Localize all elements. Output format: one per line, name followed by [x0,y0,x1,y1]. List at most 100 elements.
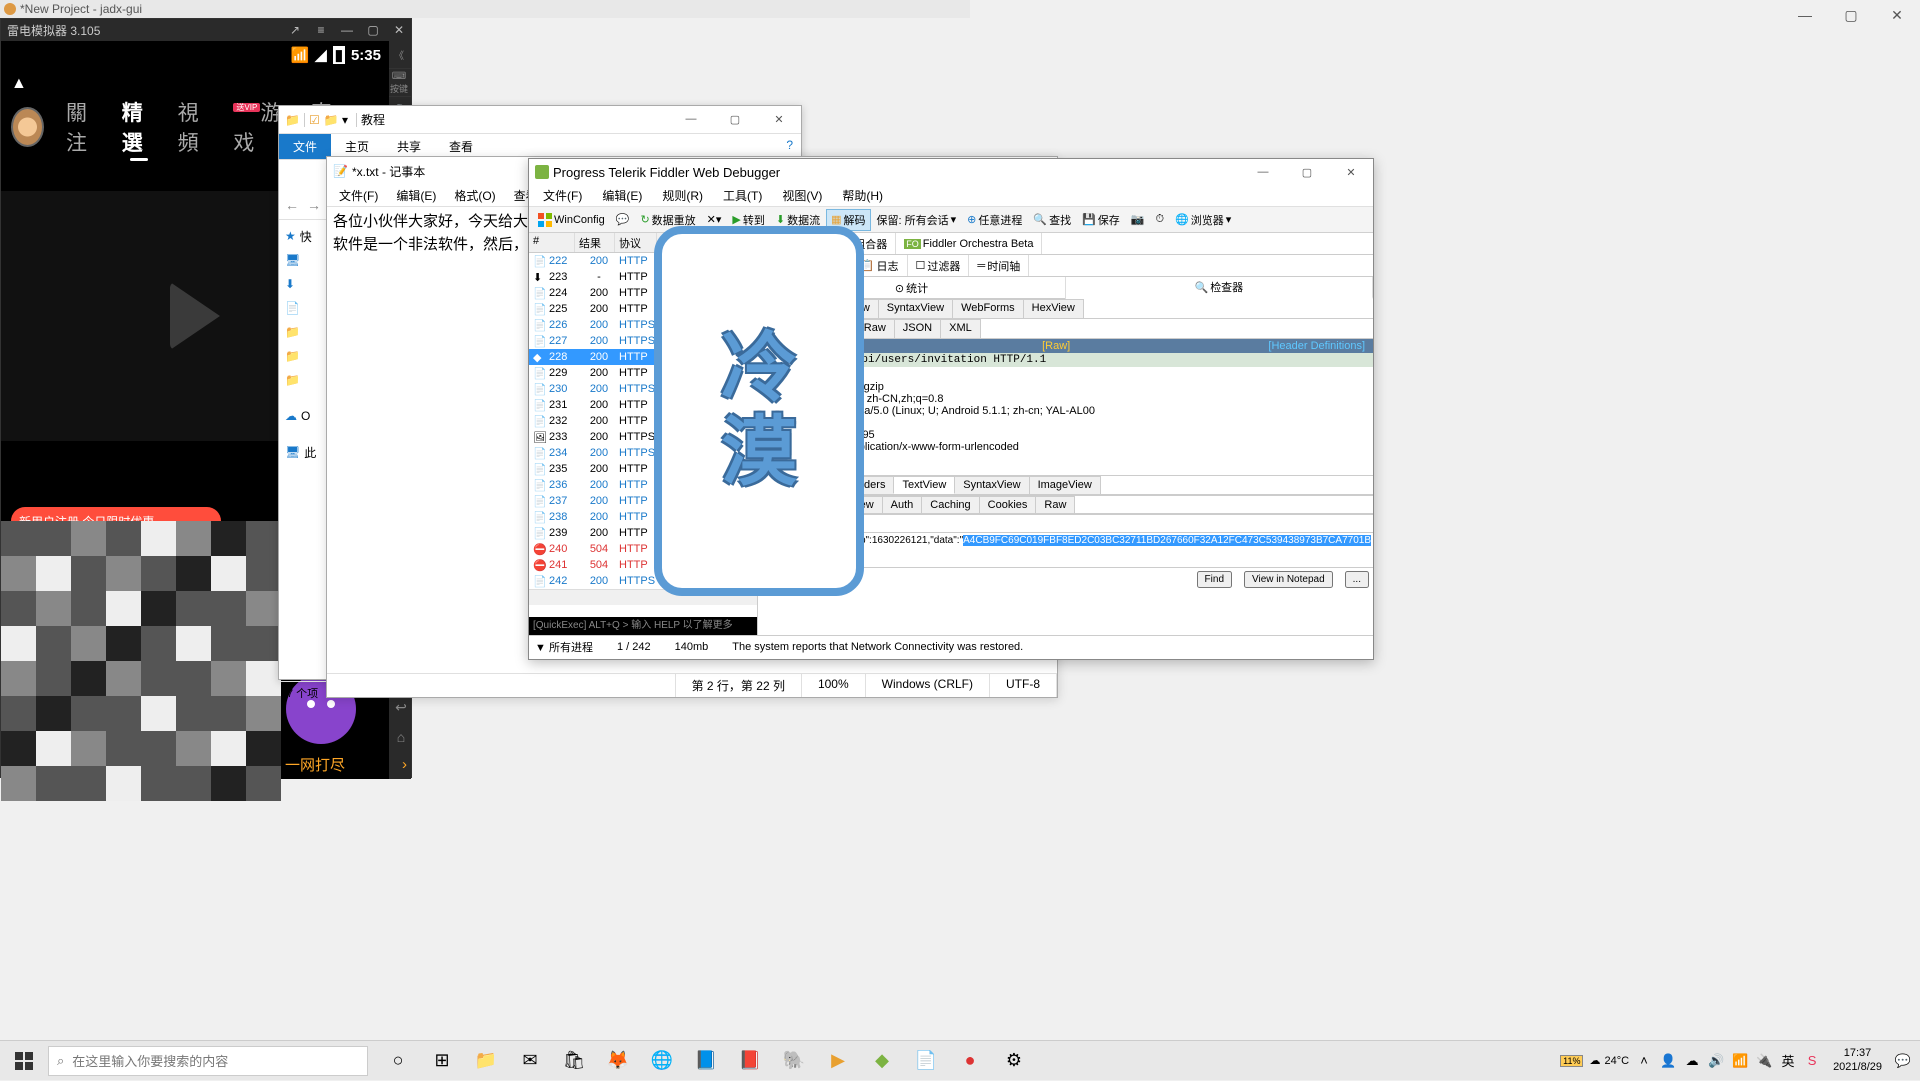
explorer-thispc-link[interactable]: 🖥此 [279,440,328,464]
outer-max-button[interactable]: ▢ [1828,0,1874,30]
taskbar-record-icon[interactable]: ● [948,1041,992,1081]
notepad-menu-file[interactable]: 文件(F) [331,185,386,206]
fiddler-find-button2[interactable]: Find [1197,571,1232,588]
taskbar-clock[interactable]: 17:37 2021/8/29 [1827,1047,1888,1073]
emu-home-icon[interactable]: ⌂ [389,725,413,749]
fiddler-view-notepad-button[interactable]: View in Notepad [1244,571,1333,588]
taskbar-store-icon[interactable]: 🛍 [552,1041,596,1081]
tray-sogou-icon[interactable]: S [1803,1052,1821,1070]
fiddler-menu-view[interactable]: 视图(V) [772,185,832,206]
explorer-side-item[interactable]: 📄 [279,296,328,320]
explorer-side-item[interactable]: 📁 [279,344,328,368]
emu-tab-video[interactable]: 視頻 [178,97,212,157]
explorer-fwd-icon[interactable]: → [307,197,321,213]
fiddler-min-button[interactable]: — [1241,166,1285,179]
taskbar-taskview-icon[interactable]: ⊞ [420,1041,464,1081]
taskbar-app-icon[interactable]: ⚙ [992,1041,1036,1081]
outer-close-button[interactable]: ✕ [1874,0,1920,30]
emu-avatar[interactable] [11,107,44,147]
emu-menu-icon[interactable]: ≡ [309,19,333,41]
fiddler-keep-dropdown[interactable]: 保留: 所有会话 ▾ [872,209,962,231]
fiddler-screenshot-icon[interactable]: 📷 [1126,210,1150,229]
fiddler-menu-help[interactable]: 帮助(H) [832,185,893,206]
fiddler-tab-filters[interactable]: ☐过滤器 [908,255,970,276]
emu-close-button[interactable]: ✕ [387,19,411,41]
fiddler-resptab-caching[interactable]: Caching [921,496,979,513]
emulator-titlebar[interactable]: 雷电模拟器 3.105 ↗ ≡ — ▢ ✕ [1,19,411,41]
fiddler-col-result[interactable]: 结果 [575,233,615,252]
fiddler-resptab-textview[interactable]: TextView [893,476,955,494]
fiddler-resptab-auth[interactable]: Auth [882,496,923,513]
taskbar-android-icon[interactable]: ◆ [860,1041,904,1081]
notepad-menu-edit[interactable]: 编辑(E) [388,185,444,206]
emu-tab-featured[interactable]: 精選 [122,97,156,157]
tray-power-icon[interactable]: 🔌 [1755,1052,1773,1070]
emu-tab-follow[interactable]: 關注 [66,97,100,157]
emu-collapse-icon[interactable]: 《 [387,41,411,69]
fiddler-find-button[interactable]: 🔍查找 [1028,209,1076,231]
tray-network-icon[interactable]: 📶 [1731,1052,1749,1070]
emu-game-ad-text[interactable]: 一网打尽› [281,750,411,779]
fiddler-col-proto[interactable]: 协议 [615,233,657,252]
fiddler-more-button[interactable]: ... [1345,571,1369,588]
fiddler-close-button[interactable]: ✕ [1329,166,1373,179]
fiddler-menu-tools[interactable]: 工具(T) [713,185,772,206]
explorer-close-button[interactable]: ✕ [757,113,801,126]
fiddler-menu-file[interactable]: 文件(F) [533,185,592,206]
taskbar-mail-icon[interactable]: ✉ [508,1041,552,1081]
taskbar-firefox-icon[interactable]: 🦊 [596,1041,640,1081]
start-button[interactable] [0,1041,48,1081]
fiddler-proc-filter[interactable]: ▼ 所有进程 [535,639,593,655]
fiddler-comment-icon[interactable]: 💬 [611,210,635,229]
fiddler-menu-rules[interactable]: 规则(R) [652,185,713,206]
taskbar-office-icon[interactable]: 📕 [728,1041,772,1081]
taskbar-explorer-icon[interactable]: 📁 [464,1041,508,1081]
explorer-tab-file[interactable]: 文件 [279,134,331,159]
notepad-menu-format[interactable]: 格式(O) [446,185,503,206]
fiddler-tab-timeline[interactable]: ═时间轴 [969,255,1029,276]
fiddler-tab-orchestra[interactable]: FOFiddler Orchestra Beta [896,233,1042,254]
fiddler-anyproc-button[interactable]: ⊕任意进程 [962,209,1027,231]
explorer-side-item[interactable]: 📁 [279,368,328,392]
explorer-max-button[interactable]: ▢ [713,113,757,126]
taskbar-potplayer-icon[interactable]: ▶ [816,1041,860,1081]
explorer-quick-link[interactable]: ★快 [279,224,328,248]
taskbar-notepad-icon[interactable]: 📄 [904,1041,948,1081]
explorer-side-item[interactable]: 📁 [279,320,328,344]
fiddler-resptab-raw[interactable]: Raw [1035,496,1075,513]
fiddler-reqtab-json[interactable]: JSON [894,319,941,338]
emu-max-button[interactable]: ▢ [361,19,385,41]
fiddler-resptab-imageview[interactable]: ImageView [1029,476,1101,494]
fiddler-resptab-cookies[interactable]: Cookies [979,496,1037,513]
tray-volume-icon[interactable]: 🔊 [1707,1052,1725,1070]
taskbar-word-icon[interactable]: 📘 [684,1041,728,1081]
emu-keymap-button[interactable]: ⌨按键 [387,69,411,97]
tray-chevron-icon[interactable]: ˄ [1635,1052,1653,1070]
fiddler-tab-inspectors[interactable]: 🔍检查器 [1066,277,1373,299]
fiddler-save-button[interactable]: 💾保存 [1077,209,1125,231]
fiddler-resptab-syntaxview[interactable]: SyntaxView [954,476,1029,494]
fiddler-reqtab-syntaxview[interactable]: SyntaxView [878,299,953,318]
fiddler-max-button[interactable]: ▢ [1285,166,1329,179]
explorer-onedrive-link[interactable]: ☁O [279,404,328,428]
tray-people-icon[interactable]: 👤 [1659,1052,1677,1070]
fiddler-reqtab-hexview[interactable]: HexView [1023,299,1084,318]
explorer-titlebar[interactable]: 📁 ☑ 📁 ▾ 教程 — ▢ ✕ [279,106,801,134]
tray-ime-icon[interactable]: 英 [1779,1052,1797,1070]
taskbar-evernote-icon[interactable]: 🐘 [772,1041,816,1081]
weather-widget[interactable]: ☁24°C [1589,1054,1629,1067]
fiddler-titlebar[interactable]: Progress Telerik Fiddler Web Debugger — … [529,159,1373,185]
fiddler-reqtab-webforms[interactable]: WebForms [952,299,1024,318]
emu-min-button[interactable]: — [335,19,359,41]
fiddler-col-num[interactable]: # [529,233,575,252]
fiddler-reqtab-xml[interactable]: XML [940,319,981,338]
taskbar-search-input[interactable]: ⌕ 在这里输入你要搜索的内容 [48,1046,368,1076]
taskbar-cortana-icon[interactable]: ○ [376,1041,420,1081]
emu-play-icon[interactable] [170,282,220,350]
explorer-side-item[interactable]: ⬇ [279,272,328,296]
emu-ext-icon[interactable]: ↗ [283,19,307,41]
taskbar-edge-icon[interactable]: 🌐 [640,1041,684,1081]
tray-onedrive-icon[interactable]: ☁ [1683,1052,1701,1070]
fiddler-timer-icon[interactable]: ⏱ [1151,210,1170,229]
notification-icon[interactable]: 💬 [1894,1052,1912,1070]
